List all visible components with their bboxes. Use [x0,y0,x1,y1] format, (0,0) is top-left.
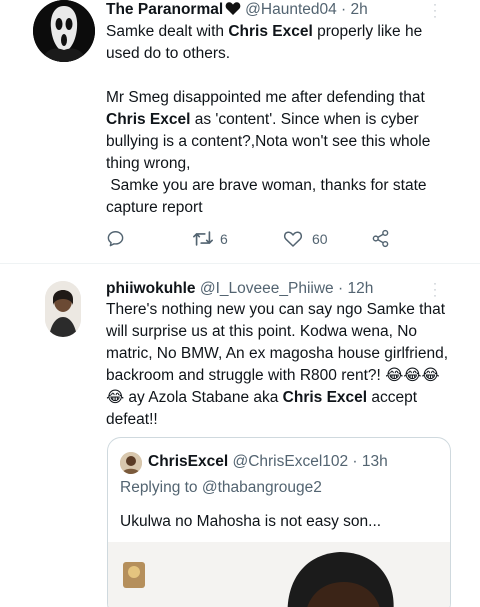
replying-to: Replying to @thabangrouge2 [120,478,322,498]
reply-icon [107,231,124,247]
mention-bold-text: Chris Excel [106,111,191,128]
quoted-user-avatar-icon [120,452,142,474]
tweet-paragraph: Mr Smeg disappointed me after defending … [106,87,452,219]
separator: · [336,1,351,18]
tweet-divider [0,263,480,264]
tweet-text: There's nothing new you can say ngo Samk… [106,299,452,431]
share-button[interactable] [371,229,390,248]
more-options-icon[interactable]: · · · [432,277,438,301]
display-name[interactable]: ChrisExcel [148,453,228,470]
author-line: ChrisExcel @ChrisExcel102 · 13h [148,452,388,472]
timestamp[interactable]: 2h [351,1,368,18]
like-count: 60 [312,230,328,247]
author-line: phiiwokuhle @I_Loveee_Phiiwe · 12h [106,279,373,299]
tweet-text: Samke dealt with Chris Excel properly li… [106,21,452,219]
handle[interactable]: @I_Loveee_Phiiwe [200,280,334,297]
separator: · [333,280,348,297]
retweet-icon [193,231,213,246]
replying-to-handle[interactable]: @thabangrouge2 [202,479,322,496]
action-bar: 6 60 [106,229,406,253]
retweet-button[interactable]: 6 [192,229,228,248]
text-run: Mr Smeg disappointed me after defending … [106,89,430,106]
author-line: The Paranormal @Haunted04 · 2h [106,0,368,22]
retweet-count: 6 [220,230,228,247]
ghostface-avatar-icon [33,0,95,62]
tweet-paragraph: Samke dealt with Chris Excel properly li… [106,21,452,65]
user-photo-avatar-icon [45,281,81,337]
timestamp[interactable]: 13h [362,453,388,470]
replying-to-label: Replying to [120,479,202,496]
avatar[interactable] [33,0,95,62]
black-heart-icon [225,1,241,22]
heart-icon [283,231,303,247]
tweet-paragraph: There's nothing new you can say ngo Samk… [106,299,452,431]
avatar[interactable] [120,452,142,474]
display-name[interactable]: phiiwokuhle [106,280,196,297]
reply-button[interactable] [106,229,125,248]
quoted-media-image[interactable] [108,542,450,607]
timestamp[interactable]: 12h [347,280,373,297]
quoted-tweet-text: Ukulwa no Mahosha is not easy son... [120,513,382,530]
avatar[interactable] [45,281,81,337]
text-run: Samke dealt with [106,23,229,40]
like-button[interactable]: 60 [283,229,328,248]
separator: · [348,453,362,470]
display-name[interactable]: The Paranormal [106,1,223,18]
handle[interactable]: @ChrisExcel102 [232,453,348,470]
mention-bold-text: Chris Excel [282,389,368,406]
photo-image [108,542,450,607]
share-icon [372,229,389,248]
mention-bold-text: Chris Excel [228,23,313,40]
more-options-icon[interactable]: · · · [432,0,438,22]
quoted-tweet[interactable]: ChrisExcel @ChrisExcel102 · 13h Replying… [107,437,451,607]
handle[interactable]: @Haunted04 [245,1,337,18]
